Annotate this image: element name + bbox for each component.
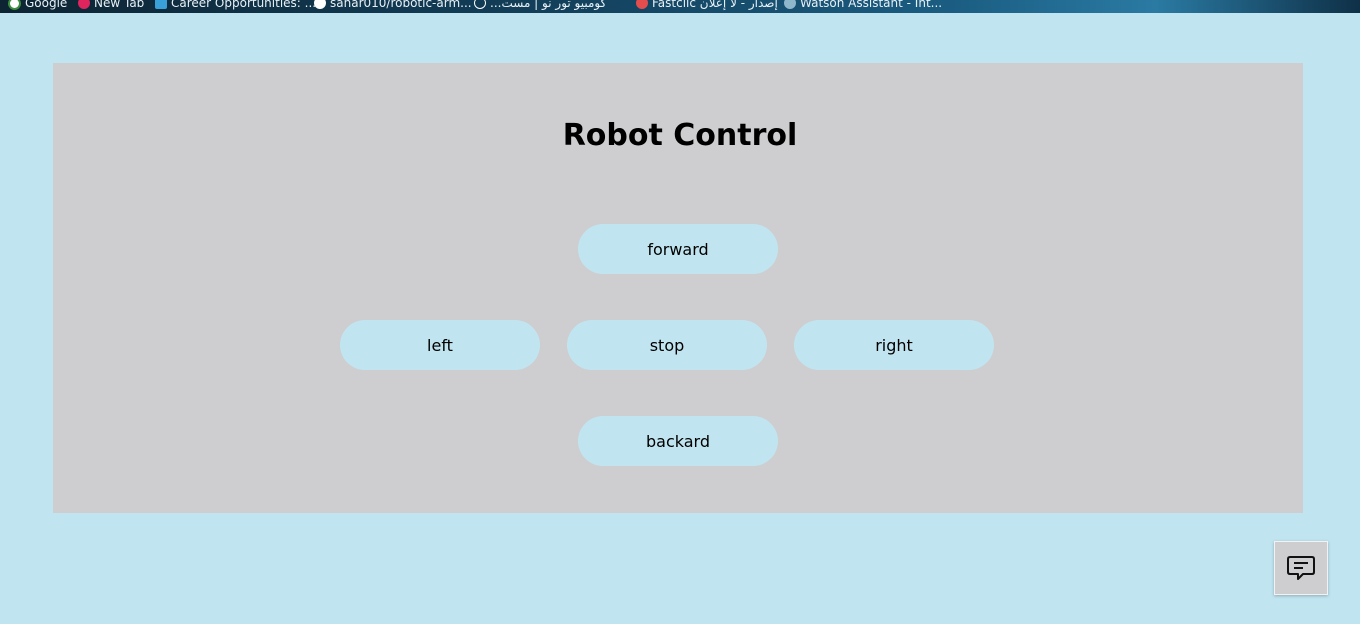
bookmark-github[interactable]: sahar010/robotic-arm... [314, 0, 472, 11]
chat-button[interactable] [1274, 541, 1328, 595]
page-title: Robot Control [562, 118, 798, 153]
forward-button[interactable]: forward [578, 224, 778, 274]
bookmarks-bar: Google New Tab Career Opportunities: ...… [0, 0, 1360, 13]
bookmark-fastclic[interactable]: Fastclic إصدار - لا إعلان [636, 0, 778, 11]
bookmark-new-tab[interactable]: New Tab [78, 0, 144, 11]
bookmark-label: Career Opportunities: ... [171, 0, 317, 10]
fastclic-icon [636, 0, 648, 9]
new-tab-icon [78, 0, 90, 9]
bookmark-label: Google [25, 0, 68, 10]
bookmark-label: sahar010/robotic-arm... [330, 0, 472, 10]
bookmark-label: New Tab [94, 0, 145, 10]
left-button[interactable]: left [340, 320, 540, 370]
backward-button[interactable]: backard [578, 416, 778, 466]
bookmark-label: Fastclic إصدار - لا إعلان [652, 0, 778, 10]
career-icon [155, 0, 167, 9]
google-icon [8, 0, 21, 10]
bookmark-arabic-site[interactable]: ...كومبيو تور نو | مست [474, 0, 606, 11]
chat-icon [1286, 554, 1316, 582]
watson-icon [784, 0, 796, 9]
stop-button[interactable]: stop [567, 320, 767, 370]
bookmark-label: Watson Assistant - Int... [800, 0, 943, 10]
globe-icon [474, 0, 486, 9]
bookmark-career[interactable]: Career Opportunities: ... [155, 0, 316, 11]
bookmark-google[interactable]: Google [8, 0, 67, 11]
github-icon [314, 0, 326, 9]
bookmark-watson[interactable]: Watson Assistant - Int... [784, 0, 942, 11]
right-button[interactable]: right [794, 320, 994, 370]
bookmark-label: ...كومبيو تور نو | مست [490, 0, 607, 10]
